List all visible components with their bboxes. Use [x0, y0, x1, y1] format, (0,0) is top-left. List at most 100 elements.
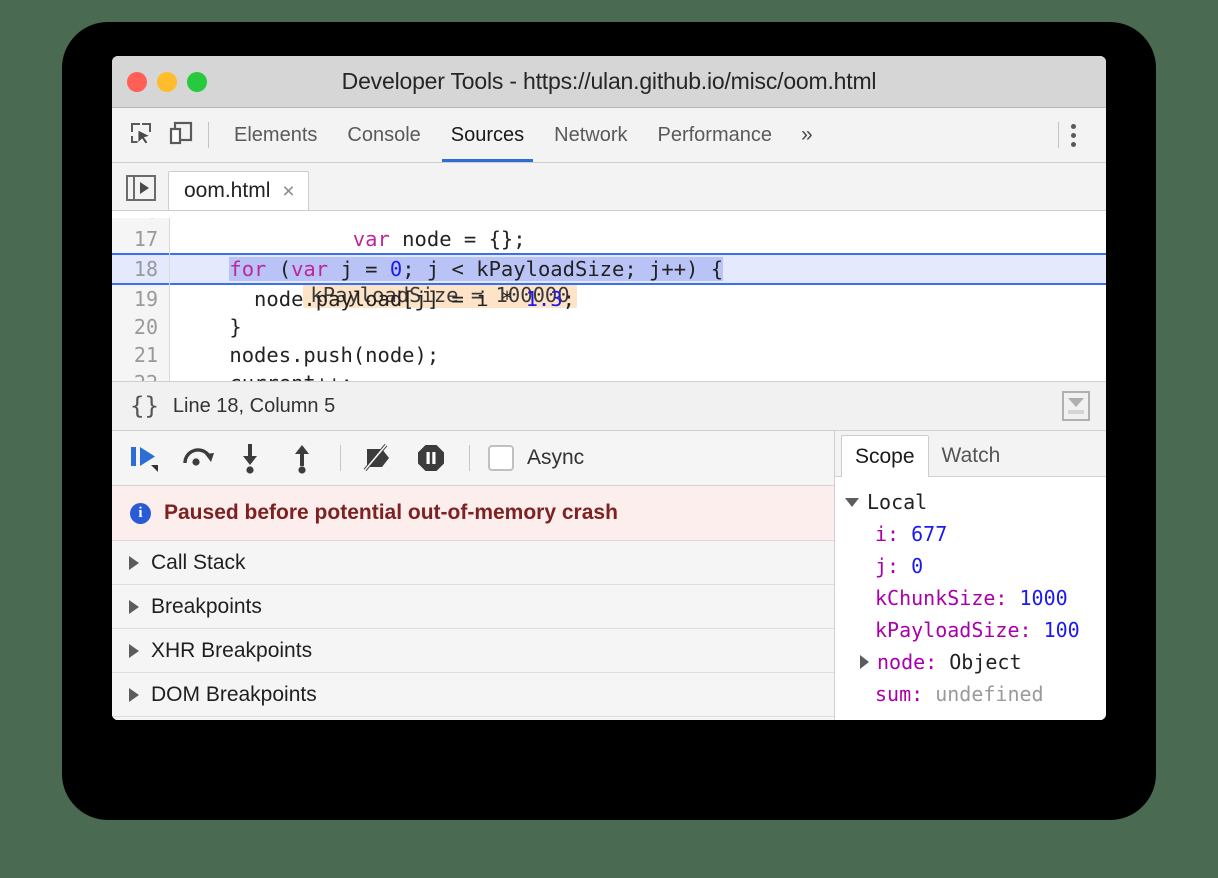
screenshot-root: Developer Tools - https://ulan.github.io…: [0, 0, 1218, 878]
minimize-window-button[interactable]: [157, 72, 177, 92]
variable-value: 1000: [1020, 582, 1068, 614]
tab-performance[interactable]: Performance: [643, 108, 788, 162]
drawer-bar: [1068, 410, 1084, 414]
tab-performance-label: Performance: [658, 124, 773, 147]
scope-variable-node[interactable]: node: Object: [845, 646, 1106, 678]
show-navigator-icon[interactable]: [126, 175, 156, 201]
code-editor[interactable]: 16 17 18 19 20 21 22 var node = {}; node…: [112, 211, 1106, 381]
section-xhr-breakpoints[interactable]: XHR Breakpoints: [112, 629, 834, 673]
section-label: Breakpoints: [151, 595, 262, 619]
inspect-tools: [112, 120, 208, 151]
section-breakpoints[interactable]: Breakpoints: [112, 585, 834, 629]
line-number: 21: [112, 341, 169, 369]
info-icon: i: [130, 503, 151, 524]
tab-watch-label: Watch: [942, 444, 1001, 468]
close-icon[interactable]: ×: [282, 181, 294, 202]
step-out-icon[interactable]: [276, 431, 328, 485]
variable-value: 100: [1044, 614, 1080, 646]
variable-name: node: [877, 646, 925, 678]
scope-variable-sum[interactable]: sum: undefined: [845, 678, 1106, 710]
cursor-position: Line 18, Column 5: [173, 395, 335, 418]
file-tab-oom-html[interactable]: oom.html ×: [168, 171, 309, 210]
pretty-print-icon[interactable]: {}: [112, 392, 173, 420]
code-line-17: node.payload = new Array(kPayloadSize); …: [170, 225, 1106, 253]
more-tabs-icon[interactable]: »: [787, 108, 827, 162]
deactivate-breakpoints-icon[interactable]: [353, 431, 405, 485]
scope-variable-i[interactable]: i: 677: [845, 518, 1106, 550]
chevron-right-icon: [129, 644, 139, 658]
tab-scope[interactable]: Scope: [841, 435, 929, 477]
variable-value: Object: [949, 646, 1021, 678]
file-tab-strip: oom.html ×: [112, 163, 1106, 211]
scope-panel: Scope Watch Local i: 677 j: 0 kChu: [835, 431, 1106, 720]
scope-variable-kchunksize[interactable]: kChunkSize: 1000: [845, 582, 1106, 614]
scope-group-label: Local: [867, 486, 927, 518]
async-checkbox[interactable]: [488, 445, 514, 471]
variable-value: 0: [911, 550, 923, 582]
step-over-icon[interactable]: [172, 431, 224, 485]
code-line-21: nodes.push(node);: [170, 341, 1106, 369]
line-number: 16: [112, 211, 169, 225]
panel-tabs: Elements Console Sources Network Perform…: [219, 108, 827, 162]
scope-variable-kpayloadsize[interactable]: kPayloadSize: 100: [845, 614, 1106, 646]
line-number: 22: [112, 369, 169, 381]
pause-reason-text: Paused before potential out-of-memory cr…: [164, 501, 618, 525]
chevron-right-icon[interactable]: [860, 655, 869, 669]
kebab-menu-icon[interactable]: [1059, 124, 1088, 147]
main-menu-area: [1058, 108, 1106, 162]
variable-name: j: [875, 550, 887, 582]
toolbar-divider: [208, 122, 209, 148]
line-number-gutter[interactable]: 16 17 18 19 20 21 22: [112, 211, 170, 381]
chevron-right-icon: [129, 600, 139, 614]
step-into-icon[interactable]: [224, 431, 276, 485]
line-number-active: 18: [112, 253, 169, 285]
debugger-sections: Call Stack Breakpoints XHR Breakpoints D…: [112, 541, 834, 720]
section-label: Call Stack: [151, 551, 246, 575]
show-drawer-icon[interactable]: [1062, 391, 1090, 421]
variable-name: kPayloadSize: [875, 614, 1020, 646]
close-window-button[interactable]: [127, 72, 147, 92]
pause-on-exceptions-icon[interactable]: [405, 431, 457, 485]
variable-name: kChunkSize: [875, 582, 995, 614]
tab-elements-label: Elements: [234, 124, 317, 147]
resume-icon[interactable]: [120, 431, 172, 485]
window-title: Developer Tools - https://ulan.github.io…: [112, 68, 1106, 95]
tab-sources[interactable]: Sources: [436, 108, 539, 162]
file-tab-label: oom.html: [184, 179, 270, 203]
scope-variable-tree[interactable]: Local i: 677 j: 0 kChunkSize: 1000 kPayl…: [835, 477, 1106, 720]
tab-watch[interactable]: Watch: [929, 435, 1014, 476]
code-line-20: }: [170, 313, 1106, 341]
scope-variable-j[interactable]: j: 0: [845, 550, 1106, 582]
debugger-toolbar: Async: [112, 431, 834, 486]
tab-sources-label: Sources: [451, 124, 524, 147]
tab-network[interactable]: Network: [539, 108, 642, 162]
chevron-right-icon: [129, 556, 139, 570]
inspect-element-icon[interactable]: [128, 120, 154, 151]
window-controls: [127, 72, 207, 92]
line-number: 19: [112, 285, 169, 313]
chevron-right-icon: [129, 688, 139, 702]
tab-console[interactable]: Console: [332, 108, 435, 162]
async-label: Async: [527, 446, 584, 470]
scope-watch-tabs: Scope Watch: [835, 431, 1106, 477]
device-toolbar-icon[interactable]: [168, 120, 194, 151]
toolbar-divider: [469, 445, 470, 471]
section-call-stack[interactable]: Call Stack: [112, 541, 834, 585]
code-content[interactable]: var node = {}; node = Object {payload: A…: [170, 211, 1106, 381]
section-label: DOM Breakpoints: [151, 683, 317, 707]
line-number: 20: [112, 313, 169, 341]
tab-console-label: Console: [347, 124, 420, 147]
section-label: XHR Breakpoints: [151, 639, 312, 663]
zoom-window-button[interactable]: [187, 72, 207, 92]
editor-status-bar: {} Line 18, Column 5: [112, 381, 1106, 431]
tab-elements[interactable]: Elements: [219, 108, 332, 162]
section-dom-breakpoints[interactable]: DOM Breakpoints: [112, 673, 834, 717]
variable-value: undefined: [935, 678, 1043, 710]
code-text-selected: for (var j = 0; j < kPayloadSize; j++) {: [229, 257, 723, 281]
chevron-down-icon: [845, 498, 859, 507]
scope-group-local[interactable]: Local: [845, 486, 1106, 518]
variable-name: sum: [875, 678, 911, 710]
main-tab-strip: Elements Console Sources Network Perform…: [112, 108, 1106, 163]
devtools-window: Developer Tools - https://ulan.github.io…: [112, 56, 1106, 720]
tab-scope-label: Scope: [855, 445, 915, 469]
